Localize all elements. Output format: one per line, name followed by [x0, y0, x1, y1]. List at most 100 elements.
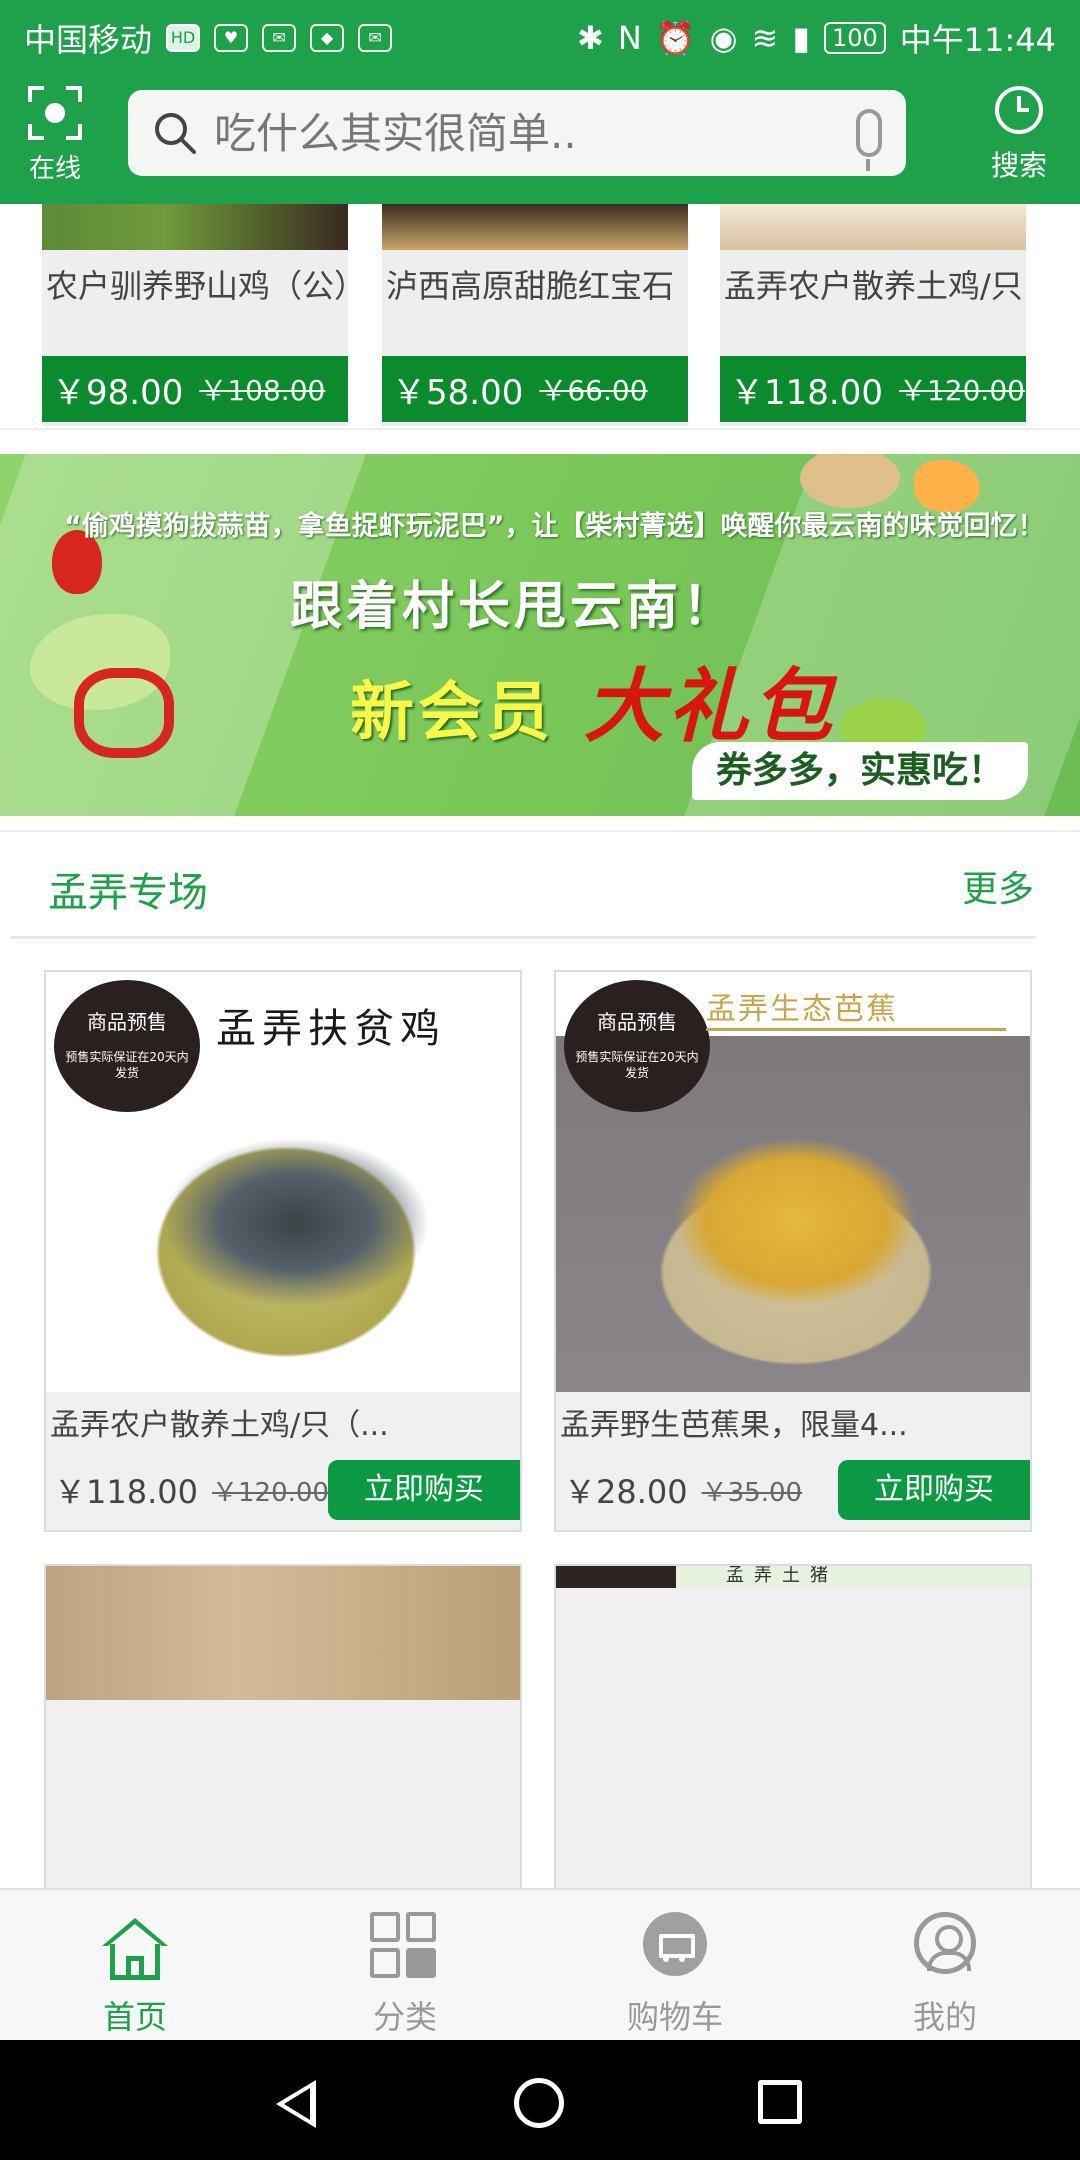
product-price-bar: ￥58.00 ￥66.00: [382, 356, 688, 422]
search-bar[interactable]: [128, 90, 906, 176]
product-price-row: ￥118.00 ￥120.00 立即购买: [46, 1460, 520, 1520]
banner-sub-yellow: 新会员: [350, 676, 554, 750]
buy-now-button[interactable]: 立即购买: [328, 1460, 520, 1520]
banner-subheadline: 新会员 大礼包: [350, 642, 836, 758]
product-old-price: ￥120.00: [211, 1477, 329, 1508]
alarm-icon: ⏰: [655, 19, 696, 57]
product-card[interactable]: [44, 1564, 522, 1904]
banner-sub-red: 大礼包: [584, 660, 836, 753]
section-more-link[interactable]: 更多: [962, 860, 1034, 912]
product-image[interactable]: [46, 1566, 520, 1700]
product-image[interactable]: 孟弄土猪: [556, 1566, 1030, 1588]
carrier-label: 中国移动: [24, 21, 153, 59]
top-product-strip: 农户驯养野山鸡（公） ￥98.00 ￥108.00 泸西高原甜脆红宝石（ ￥58…: [0, 204, 1080, 430]
product-card[interactable]: 孟弄土猪: [554, 1564, 1032, 1904]
nav-cart[interactable]: 购物车: [540, 1890, 810, 2042]
product-card[interactable]: 商品预售 预售实际保证在20天内发货 孟弄生态芭蕉 孟弄野生芭蕉果，限量4...…: [554, 970, 1032, 1532]
banner-quote: “偷鸡摸狗拔蒜苗，拿鱼捉虾玩泥巴”，让【柴村菁选】唤醒你最云南的味觉回忆！: [64, 511, 1045, 542]
product-old-price: ￥120.00: [898, 374, 1025, 407]
product-price: ￥28.00: [564, 1473, 688, 1511]
banner-headline: 跟着村长甩云南！: [290, 577, 739, 637]
image-caption: 孟弄生态芭蕉: [706, 984, 1006, 1031]
bottom-nav: 首页 分类 购物车 我的: [0, 1888, 1080, 2040]
section-header: 孟弄专场 更多: [0, 830, 1080, 939]
bluetooth-icon: ✱: [577, 19, 604, 57]
product-image[interactable]: [42, 204, 348, 250]
hd-icon: HD: [166, 24, 201, 52]
product-old-price: ￥108.00: [199, 374, 326, 407]
product-title[interactable]: 农户驯养野山鸡（公）: [42, 250, 348, 322]
eye-icon: ◉: [709, 19, 738, 57]
scan-label: 在线: [28, 154, 81, 184]
history-search-button[interactable]: 搜索: [982, 86, 1056, 184]
status-left: 中国移动 HD ♥ ✉ ◆ ✉: [24, 15, 393, 61]
product-price-bar: ￥118.00 ￥120.00: [720, 356, 1026, 422]
system-nav-bar: [0, 2040, 1080, 2160]
product-price: ￥118.00: [730, 372, 883, 413]
section-title: 孟弄专场: [48, 870, 208, 916]
home-circle-icon[interactable]: [514, 2078, 564, 2128]
badge-note: 预售实际保证在20天内发货: [65, 1050, 189, 1080]
product-price-bar: ￥98.00 ￥108.00: [42, 356, 348, 422]
product-price: ￥58.00: [392, 372, 524, 413]
app-notification-icon: ◆: [310, 24, 345, 52]
microphone-icon[interactable]: [856, 109, 882, 171]
search-icon: [155, 113, 196, 154]
history-icon: [995, 86, 1043, 134]
presale-badge: 商品预售 预售实际保证在20天内发货: [54, 980, 200, 1112]
product-image[interactable]: [382, 204, 688, 250]
home-icon: [100, 1912, 170, 1982]
scan-button[interactable]: 在线: [20, 86, 90, 196]
nav-label: 首页: [102, 1998, 167, 2036]
product-image[interactable]: [720, 204, 1026, 250]
battery-icon: 100: [823, 22, 886, 54]
nav-profile[interactable]: 我的: [810, 1890, 1080, 2042]
image-caption: 孟弄土猪: [726, 1565, 838, 1586]
cart-icon: [640, 1912, 710, 1982]
product-price: ￥118.00: [54, 1473, 198, 1511]
product-card[interactable]: 商品预售 预售实际保证在20天内发货 孟弄扶贫鸡 孟弄农户散养土鸡/只（... …: [44, 970, 522, 1532]
status-time: 中午11:44: [899, 21, 1056, 59]
nav-label: 购物车: [626, 1998, 723, 2036]
buy-now-button[interactable]: 立即购买: [838, 1460, 1030, 1520]
product-card-top[interactable]: 孟弄农户散养土鸡/只（ ￥118.00 ￥120.00: [720, 204, 1026, 426]
pepper-illustration: [74, 668, 174, 758]
mail-icon: ✉: [358, 24, 393, 52]
product-old-price: ￥66.00: [539, 374, 648, 407]
history-label: 搜索: [990, 149, 1047, 182]
product-image[interactable]: 商品预售 预售实际保证在20天内发货 孟弄生态芭蕉: [556, 972, 1030, 1392]
product-title[interactable]: 孟弄农户散养土鸡/只（: [720, 250, 1026, 322]
section-divider: [10, 936, 1036, 939]
nav-category[interactable]: 分类: [270, 1890, 540, 2042]
badge-note: 预售实际保证在20天内发货: [575, 1050, 699, 1080]
product-title[interactable]: 孟弄农户散养土鸡/只（...: [46, 1392, 520, 1460]
product-image[interactable]: 商品预售 预售实际保证在20天内发货 孟弄扶贫鸡: [46, 972, 520, 1392]
product-card-top[interactable]: 泸西高原甜脆红宝石（ ￥58.00 ￥66.00: [382, 204, 688, 426]
nav-label: 我的: [912, 1998, 977, 2036]
message-icon: ✉: [262, 24, 297, 52]
health-icon: ♥: [214, 24, 249, 52]
image-caption: 孟弄扶贫鸡: [216, 1006, 446, 1052]
nav-home[interactable]: 首页: [0, 1890, 270, 2042]
badge-title: 商品预售: [87, 1010, 167, 1034]
user-icon: [910, 1912, 980, 1982]
recent-apps-icon[interactable]: [758, 2080, 802, 2124]
nfc-icon: N: [617, 19, 642, 57]
signal-icon: ▮: [792, 19, 810, 57]
product-title[interactable]: 泸西高原甜脆红宝石（: [382, 250, 688, 322]
banner-tag: 券多多，实惠吃！: [692, 742, 1028, 800]
status-bar: 中国移动 HD ♥ ✉ ◆ ✉ ✱ N ⏰ ◉ ≋ ▮ 100 中午11:44: [0, 0, 1080, 76]
badge-title: 商品预售: [597, 1010, 677, 1034]
product-price-row: ￥28.00 ￥35.00 立即购买: [556, 1460, 1030, 1520]
presale-badge: 商品预售 预售实际保证在20天内发货: [564, 980, 710, 1112]
status-right: ✱ N ⏰ ◉ ≋ ▮ 100 中午11:44: [577, 15, 1056, 61]
nav-label: 分类: [372, 1998, 437, 2036]
app-header: 在线 搜索: [0, 76, 1080, 204]
product-card-top[interactable]: 农户驯养野山鸡（公） ￥98.00 ￥108.00: [42, 204, 348, 426]
scan-icon: [28, 86, 82, 140]
back-icon[interactable]: [276, 2080, 316, 2128]
promo-banner[interactable]: “偷鸡摸狗拔蒜苗，拿鱼捉虾玩泥巴”，让【柴村菁选】唤醒你最云南的味觉回忆！ 跟着…: [0, 454, 1080, 816]
search-input[interactable]: [214, 108, 856, 158]
product-title[interactable]: 孟弄野生芭蕉果，限量4...: [556, 1392, 1030, 1460]
grid-icon: [370, 1912, 440, 1982]
